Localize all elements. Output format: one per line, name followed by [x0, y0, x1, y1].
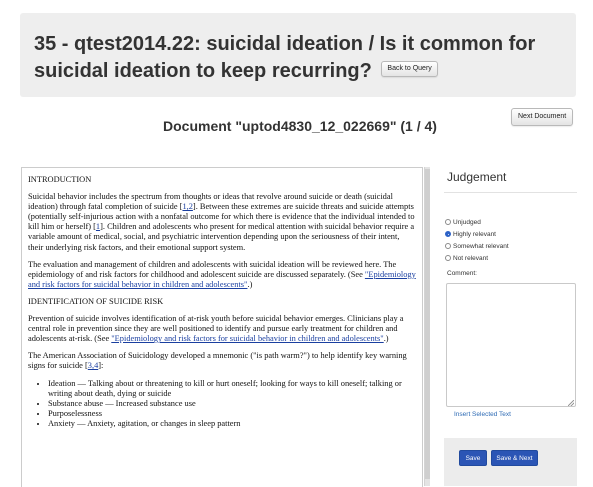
radio-label: Somewhat relevant [453, 242, 509, 250]
list-item: Substance abuse — Increased substance us… [48, 399, 416, 409]
judgement-title: Judgement [447, 170, 507, 184]
paragraph: The American Association of Suicidology … [28, 351, 407, 371]
radio-label: Unjudged [453, 218, 481, 226]
comment-label: Comment: [447, 270, 477, 277]
paragraph: The evaluation and management of childre… [28, 259, 416, 289]
paragraph: Prevention of suicide involves identific… [28, 314, 404, 344]
action-bar: Save Save & Next [444, 438, 577, 486]
radio-button[interactable] [445, 219, 451, 225]
divider [444, 192, 577, 193]
section-heading-identification: IDENTIFICATION OF SUICIDE RISK [28, 296, 164, 306]
topic-link[interactable]: "Epidemiology and risk factors for suici… [111, 334, 383, 343]
document-pane[interactable]: INTRODUCTION Suicidal behavior includes … [21, 167, 423, 487]
comment-textarea[interactable] [446, 283, 576, 407]
paragraph: Suicidal behavior includes the spectrum … [28, 192, 415, 252]
radio-option-not-relevant[interactable]: Not relevant [445, 252, 509, 264]
relevance-radio-group: Unjudged Highly relevant Somewhat releva… [445, 216, 509, 264]
save-and-next-button[interactable]: Save & Next [491, 450, 538, 466]
scrollbar-thumb[interactable] [425, 169, 430, 479]
list-item: Ideation — Talking about or threatening … [48, 379, 416, 399]
radio-label: Highly relevant [453, 230, 496, 238]
radio-option-unjudged[interactable]: Unjudged [445, 216, 509, 228]
radio-button[interactable] [445, 243, 451, 249]
save-button[interactable]: Save [459, 450, 487, 466]
document-scrollbar[interactable] [424, 167, 430, 486]
topic-title: 35 - qtest2014.22: suicidal ideation / I… [34, 31, 564, 85]
reference-link[interactable]: 3,4 [88, 361, 98, 370]
radio-label: Not relevant [453, 254, 489, 262]
document-title: Document "uptod4830_12_022669" (1 / 4) [163, 118, 437, 134]
reference-link[interactable]: 1,2 [182, 202, 192, 211]
topic-title-text: 35 - qtest2014.22: suicidal ideation / I… [34, 33, 536, 82]
back-to-query-button[interactable]: Back to Query [381, 60, 438, 77]
section-heading-introduction: INTRODUCTION [28, 175, 92, 184]
warning-signs-list: Ideation — Talking about or threatening … [28, 379, 416, 429]
next-document-button[interactable]: Next Document [511, 108, 574, 126]
insert-selected-text-link[interactable]: Insert Selected Text [454, 411, 511, 418]
document-text: INTRODUCTION Suicidal behavior includes … [22, 168, 422, 429]
radio-button[interactable] [445, 255, 451, 261]
radio-button-checked[interactable] [445, 231, 451, 237]
list-item: Anxiety — Anxiety, agitation, or changes… [48, 419, 416, 429]
radio-option-highly-relevant[interactable]: Highly relevant [445, 228, 509, 240]
resize-handle-icon[interactable] [568, 400, 574, 406]
radio-option-somewhat-relevant[interactable]: Somewhat relevant [445, 240, 509, 252]
list-item: Purposelessness [48, 409, 416, 419]
topic-header: 35 - qtest2014.22: suicidal ideation / I… [20, 13, 576, 97]
